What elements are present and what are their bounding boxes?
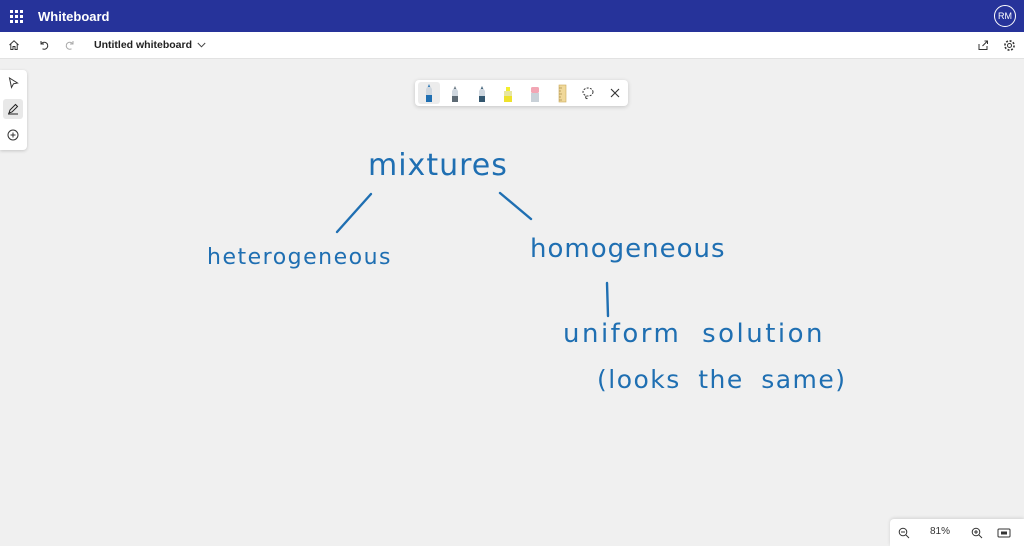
avatar[interactable]: RM bbox=[994, 5, 1016, 27]
ink-word-heterogeneous: heterogeneous bbox=[207, 245, 393, 270]
zoom-level: 81% bbox=[930, 526, 951, 537]
document-toolbar: Untitled whiteboard bbox=[0, 32, 1024, 59]
undo-icon bbox=[40, 41, 49, 50]
redo-icon bbox=[65, 41, 74, 50]
settings-button[interactable] bbox=[999, 35, 1019, 55]
zoom-in-icon bbox=[971, 527, 983, 539]
home-button[interactable] bbox=[4, 35, 24, 55]
ink-word-looks-the-same: (looks the same) bbox=[597, 365, 847, 394]
ink-strokes bbox=[335, 191, 610, 318]
fit-to-screen-button[interactable] bbox=[994, 523, 1014, 543]
redo-button[interactable] bbox=[60, 35, 80, 55]
ink-connector-down bbox=[605, 281, 610, 318]
whiteboard-canvas[interactable]: mixtures heterogeneous homogeneous unifo… bbox=[0, 60, 1024, 546]
fit-screen-icon bbox=[997, 528, 1011, 538]
document-title[interactable]: Untitled whiteboard bbox=[94, 39, 206, 51]
title-bar: Whiteboard RM bbox=[0, 0, 1024, 32]
zoom-out-icon bbox=[898, 527, 910, 539]
home-icon bbox=[9, 40, 19, 50]
chevron-down-icon bbox=[197, 42, 206, 48]
gear-icon bbox=[1003, 39, 1015, 51]
document-title-label: Untitled whiteboard bbox=[94, 39, 192, 51]
undo-button[interactable] bbox=[34, 35, 54, 55]
ink-word-mixtures: mixtures bbox=[368, 148, 508, 183]
ink-branch-right bbox=[498, 191, 533, 221]
app-launcher-icon[interactable] bbox=[1, 0, 31, 32]
share-icon bbox=[978, 40, 988, 50]
zoom-in-button[interactable] bbox=[967, 523, 987, 543]
ink-word-uniform-solution: uniform solution bbox=[563, 319, 826, 349]
ink-word-homogeneous: homogeneous bbox=[530, 234, 726, 264]
zoom-out-button[interactable] bbox=[894, 523, 914, 543]
share-button[interactable] bbox=[973, 35, 993, 55]
app-title: Whiteboard bbox=[38, 8, 110, 24]
ink-branch-left bbox=[335, 192, 373, 234]
zoom-controls: 81% bbox=[890, 519, 1024, 546]
